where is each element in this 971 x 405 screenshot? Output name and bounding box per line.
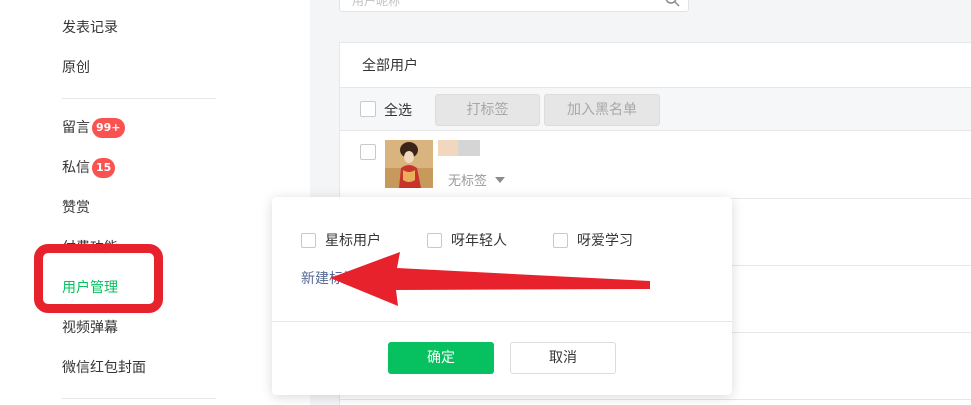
username-blurred bbox=[438, 140, 480, 156]
search-placeholder: 用户昵称 bbox=[352, 0, 401, 8]
select-all-checkbox[interactable] bbox=[360, 101, 376, 117]
search-input[interactable]: 用户昵称 bbox=[339, 0, 689, 12]
cancel-button[interactable]: 取消 bbox=[510, 342, 616, 374]
tag-checkbox[interactable] bbox=[301, 232, 316, 248]
popover-divider bbox=[272, 321, 732, 322]
row-divider bbox=[340, 399, 971, 400]
avatar-image bbox=[385, 140, 433, 188]
sidebar: 发表记录 原创 留言 99+ 私信 15 赞赏 付费功能 用户管理 视频弹幕 微… bbox=[0, 0, 310, 405]
sidebar-item-publish-records[interactable]: 发表记录 bbox=[62, 16, 118, 40]
tag-popover: 星标用户 呀年轻人 呀爱学习 新建标签 确定 取消 bbox=[272, 197, 732, 395]
sidebar-item-label: 微信红包封面 bbox=[62, 360, 146, 376]
sidebar-item-red-packet-cover[interactable]: 微信红包封面 bbox=[62, 356, 146, 380]
sidebar-item-label: 视频弹幕 bbox=[62, 320, 118, 336]
tag-option-study[interactable]: 呀爱学习 bbox=[553, 230, 633, 250]
confirm-button[interactable]: 确定 bbox=[388, 342, 494, 374]
sidebar-item-label: 留言 bbox=[62, 120, 90, 136]
tag-checkbox[interactable] bbox=[553, 232, 568, 248]
sidebar-item-label: 原创 bbox=[62, 60, 90, 76]
sidebar-divider bbox=[62, 98, 216, 99]
tag-option-starred[interactable]: 星标用户 bbox=[301, 230, 381, 250]
sidebar-item-messages[interactable]: 私信 15 bbox=[62, 156, 116, 180]
select-all-label: 全选 bbox=[384, 103, 412, 119]
tag-checkbox[interactable] bbox=[427, 232, 442, 248]
tag-option-label: 呀爱学习 bbox=[577, 233, 633, 249]
sidebar-item-label: 赞赏 bbox=[62, 200, 90, 216]
sidebar-item-label: 发表记录 bbox=[62, 20, 118, 36]
sidebar-item-comments[interactable]: 留言 99+ bbox=[62, 116, 125, 140]
tag-option-label: 呀年轻人 bbox=[451, 233, 507, 249]
user-tag-label: 无标签 bbox=[448, 174, 488, 189]
blacklist-button[interactable]: 加入黑名单 bbox=[544, 94, 660, 126]
new-tag-link[interactable]: 新建标签 bbox=[301, 268, 357, 288]
tag-option-label: 星标用户 bbox=[325, 233, 381, 249]
caret-down-icon bbox=[495, 176, 506, 183]
sidebar-divider bbox=[62, 398, 216, 399]
panel-title: 全部用户 bbox=[362, 58, 418, 74]
sidebar-item-label: 私信 bbox=[62, 160, 90, 176]
search-icon[interactable] bbox=[664, 0, 680, 7]
user-tag-dropdown[interactable]: 无标签 bbox=[448, 170, 506, 189]
tag-option-young[interactable]: 呀年轻人 bbox=[427, 230, 507, 250]
messages-badge: 15 bbox=[92, 158, 116, 178]
comments-badge: 99+ bbox=[92, 118, 125, 138]
user-row-checkbox[interactable] bbox=[360, 144, 376, 160]
avatar[interactable] bbox=[385, 140, 433, 188]
user-toolbar: 全选 打标签 加入黑名单 bbox=[340, 87, 971, 131]
tag-button[interactable]: 打标签 bbox=[435, 94, 540, 126]
sidebar-item-original[interactable]: 原创 bbox=[62, 56, 90, 80]
sidebar-item-appreciation[interactable]: 赞赏 bbox=[62, 196, 90, 220]
annotation-highlight-box bbox=[34, 244, 163, 313]
sidebar-item-video-danmaku[interactable]: 视频弹幕 bbox=[62, 316, 118, 340]
